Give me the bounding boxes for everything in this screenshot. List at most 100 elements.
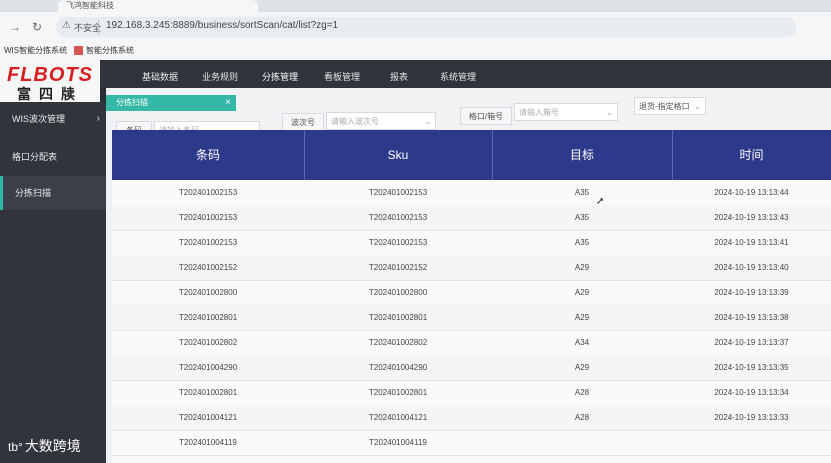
cell-time xyxy=(672,430,831,455)
cell-sku: T202401004119 xyxy=(369,438,427,447)
cell-target: A29 xyxy=(574,363,590,372)
cell-barcode: T202401002801 xyxy=(178,388,238,397)
cell-target: A29 xyxy=(574,313,590,322)
table-row[interactable]: T202401002153 T202401002153 A35 2024-10-19 … xyxy=(112,230,831,256)
cell-sku: T202401002153 xyxy=(368,188,428,197)
cell-target: A29 xyxy=(574,263,590,272)
table-header: 条码 Sku 目标 时间 xyxy=(112,130,831,180)
watermark-text: 大数跨境 xyxy=(24,438,81,454)
cell-barcode: T202401004121 xyxy=(178,413,238,422)
column-header-sku[interactable]: Sku xyxy=(304,130,492,180)
bookmark-wis[interactable]: WIS智能分拣系统 xyxy=(4,45,67,56)
table-row[interactable]: T202401004290 T202401004290 A29 2024-10-19 … xyxy=(112,355,831,381)
warning-icon[interactable]: ⚠ xyxy=(62,20,71,31)
cell-time: 2024-10-19 13:13:39 xyxy=(714,288,789,297)
sidebar-item-label: WIS波次管理 xyxy=(12,114,65,124)
tab-sort-scan[interactable]: 分拣扫描 × xyxy=(106,95,236,111)
table-row[interactable]: T202401004121 T202401004121 A28 2024-10-19 … xyxy=(112,405,831,431)
nav-board-management[interactable]: 看板管理 xyxy=(324,70,360,88)
nav-sort-management[interactable]: 分拣管理 xyxy=(262,70,299,90)
bookmark-icon xyxy=(74,46,83,56)
wave-label: 波次号 xyxy=(282,113,324,131)
table-row[interactable]: T202401002801 T202401002801 A28 2024-10-19 … xyxy=(112,380,831,406)
table-row[interactable]: T202401002152 T202401002152 A29 2024-10-19 … xyxy=(112,255,831,281)
cell-time: 2024-10-19 13:13:43 xyxy=(714,213,789,222)
sidebar: WIS波次管理 › 格口分配表 分拣扫描 xyxy=(0,102,112,463)
bookmark-label: 智能分拣系统 xyxy=(86,46,134,55)
wave-placeholder: 请输入波次号 xyxy=(331,117,379,126)
slot-select[interactable]: 请输入箱号 ⌄ xyxy=(514,103,618,121)
column-header-target[interactable]: 目标 xyxy=(492,130,672,180)
chevron-down-icon: ⌄ xyxy=(424,117,431,126)
watermark-logo: tb° xyxy=(8,440,23,454)
mouse-cursor-icon: ➚ xyxy=(596,196,605,207)
nav-system-management[interactable]: 系统管理 xyxy=(440,70,476,88)
sidebar-item-label: 分拣扫描 xyxy=(15,188,52,198)
reload-icon[interactable]: ↻ xyxy=(30,20,44,34)
mode-select[interactable]: 退货-指定格口 ⌄ xyxy=(634,97,706,115)
nav-basic-data[interactable]: 基础数据 xyxy=(142,70,178,88)
url-text: 192.168.3.245:8889/business/sortScan/cat… xyxy=(106,20,339,31)
table-row[interactable]: T202401002153 T202401002153 A35 2024-10-19 … xyxy=(112,180,831,206)
sidebar-item-label: 格口分配表 xyxy=(12,152,58,162)
cell-barcode: T202401002802 xyxy=(178,338,238,347)
sidebar-item-wave-management[interactable]: WIS波次管理 › xyxy=(0,102,112,136)
cell-barcode: T202401002153 xyxy=(178,213,238,222)
cell-time: 2024-10-19 13:13:44 xyxy=(714,188,789,197)
insecure-label: 不安全 xyxy=(74,23,102,33)
sidebar-item-sort-scan[interactable]: 分拣扫描 xyxy=(0,176,112,210)
cell-target: A34 xyxy=(574,338,590,347)
table-row[interactable]: T202401002802 T202401002802 A34 2024-10-19 … xyxy=(112,330,831,356)
browser-tab-strip: 飞鸿智能科技 xyxy=(0,0,831,12)
forward-icon[interactable]: → xyxy=(8,20,22,34)
cell-barcode: T202401002800 xyxy=(178,288,238,297)
cell-barcode: T202401004119 xyxy=(179,438,237,447)
browser-tab[interactable]: 飞鸿智能科技 xyxy=(58,0,258,12)
cell-sku: T202401002800 xyxy=(368,288,428,297)
chevron-down-icon: ⌄ xyxy=(606,108,613,117)
slot-placeholder: 请输入箱号 xyxy=(519,108,559,117)
table-row[interactable]: T202401002801 T202401002801 A29 2024-10-19 … xyxy=(112,305,831,331)
cell-target: A35 xyxy=(574,188,590,197)
watermark: tb° 大数跨境 xyxy=(8,436,81,456)
cell-time: 2024-10-19 13:13:38 xyxy=(714,313,789,322)
cell-time: 2024-10-19 13:13:41 xyxy=(714,238,789,247)
tab-label: 分拣扫描 xyxy=(116,98,148,107)
wave-select[interactable]: 请输入波次号 ⌄ xyxy=(326,112,436,130)
cell-target: A35 xyxy=(574,238,590,247)
cell-sku: T202401002801 xyxy=(368,388,428,397)
cell-time: 2024-10-19 13:13:37 xyxy=(714,338,789,347)
cell-barcode: T202401004290 xyxy=(178,363,238,372)
table-row[interactable]: T202401002153 T202401002153 A35 2024-10-19 … xyxy=(112,205,831,231)
nav-reports[interactable]: 报表 xyxy=(390,70,408,88)
cell-time: 2024-10-19 13:13:34 xyxy=(714,388,789,397)
cell-target: A28 xyxy=(574,388,590,397)
column-header-time[interactable]: 时间 xyxy=(672,130,831,180)
cell-sku: T202401002153 xyxy=(368,213,428,222)
cell-time: 2024-10-19 13:13:40 xyxy=(714,263,789,272)
url-separator xyxy=(98,20,99,34)
cell-time: 2024-10-19 13:13:33 xyxy=(714,413,789,422)
close-icon[interactable]: × xyxy=(225,95,231,111)
cell-time: 2024-10-19 13:13:35 xyxy=(714,363,789,372)
sidebar-item-slot-allocation[interactable]: 格口分配表 xyxy=(0,140,112,174)
column-header-barcode[interactable]: 条码 xyxy=(112,130,304,180)
table-row[interactable]: T202401002800 T202401002800 A29 2024-10-19 … xyxy=(112,280,831,306)
cell-barcode: T202401002153 xyxy=(178,188,238,197)
cell-barcode: T202401002153 xyxy=(178,238,238,247)
address-bar: → ↻ ⚠ 不安全 192.168.3.245:8889/business/so… xyxy=(0,12,831,42)
cell-barcode: T202401002801 xyxy=(178,313,238,322)
bookmark-sort-system[interactable]: 智能分拣系统 xyxy=(74,45,134,56)
logo: FLBOTS 富四牍 xyxy=(0,60,100,103)
cell-sku: T202401004290 xyxy=(368,363,428,372)
cell-barcode: T202401002152 xyxy=(178,263,238,272)
url-field[interactable]: ⚠ 不安全 192.168.3.245:8889/business/sortSc… xyxy=(56,17,796,37)
nav-business-rules[interactable]: 业务规则 xyxy=(202,70,238,88)
bookmarks-bar: WIS智能分拣系统 智能分拣系统 xyxy=(0,42,831,61)
table-body: T202401002153 T202401002153 A35 2024-10-19 … xyxy=(112,180,831,463)
chevron-down-icon: ⌄ xyxy=(694,102,701,111)
table-row[interactable]: T202401004119 T202401004119 xyxy=(112,430,831,456)
cell-target xyxy=(492,430,672,455)
cell-target: A28 xyxy=(574,413,590,422)
mode-value: 退货-指定格口 xyxy=(639,102,690,111)
